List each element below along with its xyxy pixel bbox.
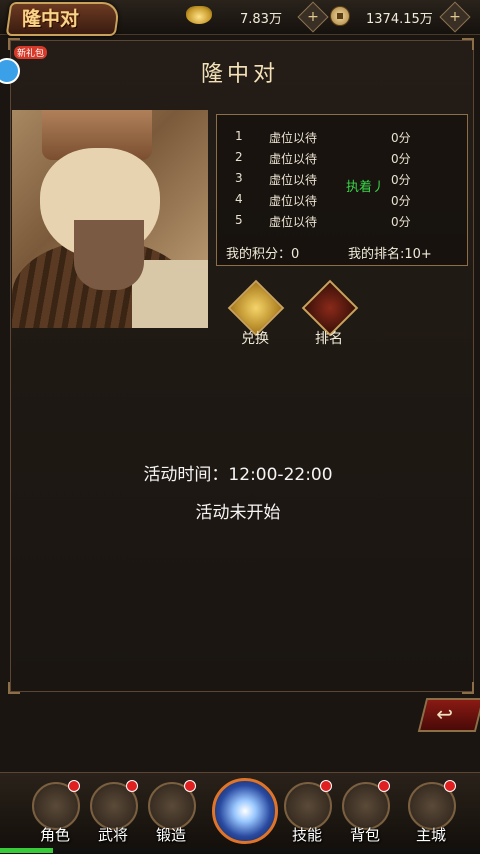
nav-generals[interactable]: 武将 — [86, 778, 140, 846]
nav-forge-label: 锻造 — [155, 826, 186, 844]
back-arrow-icon: ↩ — [436, 702, 454, 726]
copper-coin-icon — [330, 6, 350, 26]
notification-dot — [68, 780, 80, 792]
nav-forge[interactable]: 锻造 — [144, 778, 198, 846]
rank-number: 1 — [235, 129, 243, 143]
notification-dot — [378, 780, 390, 792]
robe-illustration — [132, 260, 208, 328]
coin-value: 1374.15万 — [366, 12, 433, 27]
my-score: 我的积分：0 — [226, 247, 300, 262]
player-name-overlay: 执着丿 — [346, 180, 386, 195]
rank-player-name: 虚位以待 — [269, 152, 318, 166]
exchange-button[interactable]: 兑换 — [227, 279, 285, 350]
nav-character[interactable]: 角色 — [28, 778, 82, 846]
panel-corner-ornament — [8, 682, 20, 694]
rank-score: 0分 — [391, 215, 411, 229]
nav-backpack-label: 背包 — [349, 826, 380, 844]
activity-status: 活动未开始 — [195, 503, 281, 523]
loading-progress-bar — [0, 848, 480, 853]
panel-corner-ornament — [462, 682, 474, 694]
advisor-portrait — [12, 110, 208, 328]
title-tab-label: 隆中对 — [22, 8, 80, 30]
notification-dot — [444, 780, 456, 792]
nav-main-city-label: 主城 — [415, 826, 446, 844]
nav-character-label: 角色 — [39, 826, 70, 844]
loading-progress-fill — [0, 848, 53, 853]
page-title: 隆中对 — [200, 62, 279, 87]
nav-generals-label: 武将 — [97, 826, 128, 844]
ranking-row: 2 虚位以待 0分 — [217, 150, 467, 170]
gold-value: 7.83万 — [240, 12, 282, 27]
nav-skills[interactable]: 技能 — [280, 778, 334, 846]
ranking-row: 5 虚位以待 0分 — [217, 213, 467, 233]
panel-corner-ornament — [462, 38, 474, 50]
rank-player-name: 虚位以待 — [269, 131, 318, 145]
rank-score: 0分 — [391, 173, 411, 187]
notification-dot — [184, 780, 196, 792]
rank-player-name: 虚位以待 — [269, 194, 318, 208]
rank-score: 0分 — [391, 152, 411, 166]
rank-number: 5 — [235, 213, 243, 227]
ranking-row: 4 虚位以待 0分 — [217, 192, 467, 212]
center-orb-button[interactable] — [212, 778, 278, 844]
plus-icon: + — [307, 9, 319, 25]
my-rank: 我的排名:10+ — [348, 247, 432, 262]
rank-number: 2 — [235, 150, 243, 164]
exchange-label: 兑换 — [241, 331, 269, 347]
rank-player-name: 虚位以待 — [269, 173, 318, 187]
rank-score: 0分 — [391, 194, 411, 208]
ranking-label: 排名 — [315, 331, 343, 347]
notification-dot — [126, 780, 138, 792]
back-button[interactable]: ↩ — [417, 698, 480, 732]
rank-player-name: 虚位以待 — [269, 215, 318, 229]
add-gold-button[interactable]: + — [297, 1, 329, 33]
plus-icon: + — [449, 9, 461, 25]
nav-main-city[interactable]: 主城 — [404, 778, 458, 846]
nav-backpack[interactable]: 背包 — [338, 778, 392, 846]
rank-number: 4 — [235, 192, 243, 206]
rank-number: 3 — [235, 171, 243, 185]
gold-ingot-icon — [186, 6, 212, 24]
ranking-button[interactable]: 排名 — [301, 279, 359, 350]
add-coin-button[interactable]: + — [439, 1, 471, 33]
top-bar: 隆中对 7.83万 + 1374.15万 + — [0, 0, 480, 36]
rank-score: 0分 — [391, 131, 411, 145]
activity-time: 活动时间：12:00-22:00 — [143, 465, 333, 485]
ranking-row: 1 虚位以待 0分 — [217, 129, 467, 149]
notification-dot — [320, 780, 332, 792]
nav-skills-label: 技能 — [291, 826, 322, 844]
beard-illustration — [74, 220, 144, 290]
ranking-row: 3 虚位以待 0分 — [217, 171, 467, 191]
